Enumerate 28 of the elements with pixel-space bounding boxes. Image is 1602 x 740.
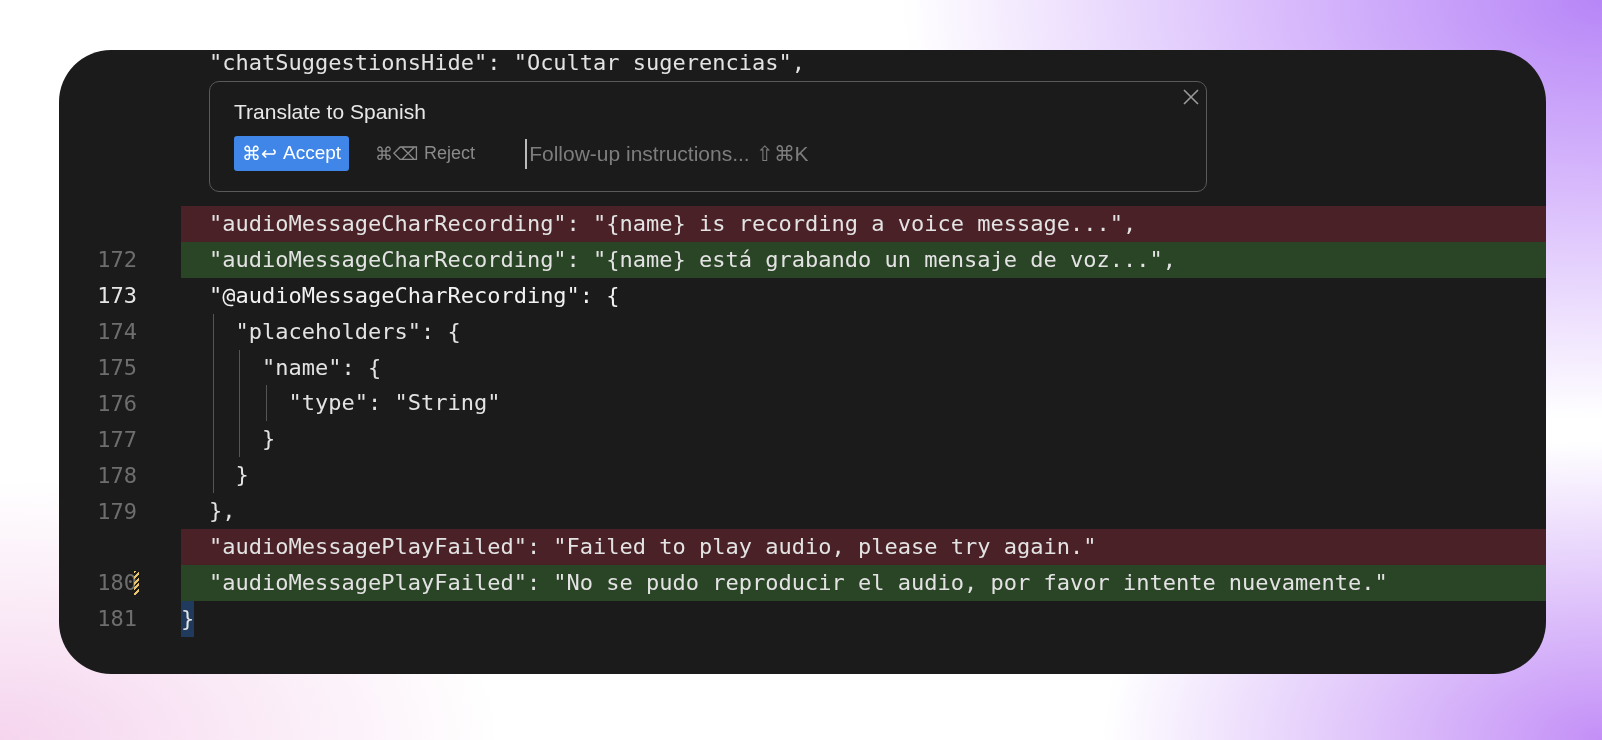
- line-number: 173: [96, 283, 137, 309]
- accept-button[interactable]: ⌘↩ Accept: [234, 136, 350, 171]
- code-text: "type": "String": [287, 389, 501, 418]
- close-icon[interactable]: [1182, 88, 1200, 106]
- line-number: 181: [96, 606, 137, 632]
- code-text: }: [181, 600, 195, 637]
- prompt-title: Translate to Spanish: [234, 100, 427, 124]
- line-number: 178: [96, 462, 137, 488]
- line-number: 180: [96, 570, 137, 596]
- code-text: "audioMessagePlayFailed": "Failed to play audio, please try again.": [209, 533, 1097, 561]
- code-text: "placeholders": {: [234, 317, 461, 346]
- line-number: 179: [96, 498, 137, 524]
- code-text: "audioMessagePlayFailed": "No se pudo reproducir el audio, por favor intente nuevamente.": [209, 568, 1388, 597]
- line-number: 174: [96, 319, 137, 345]
- code-text: },: [209, 497, 236, 526]
- line-number: 176: [96, 390, 137, 416]
- input-field[interactable]: Follow-up instructions... ⇧⌘K: [525, 138, 1182, 169]
- code-text: "@audioMessageCharRecording": {: [209, 281, 620, 310]
- code-text: "name": {: [260, 353, 382, 382]
- line-number: 177: [96, 426, 137, 452]
- reject-button[interactable]: ⌘⌫ Reject: [371, 136, 480, 171]
- code-text: "audioMessageCharRecording": "{name} is recording a voice message...",: [209, 210, 1137, 238]
- code-text: "audioMessageCharRecording": "{name} está grabando un mensaje de voz...",: [209, 245, 1176, 274]
- code-text: }: [260, 425, 276, 454]
- line-number: 172: [96, 247, 137, 273]
- code-text: }: [234, 461, 249, 490]
- line-number: 175: [96, 355, 137, 380]
- code-text: "chatSuggestionsHide": "Ocultar sugerencias",: [209, 50, 806, 78]
